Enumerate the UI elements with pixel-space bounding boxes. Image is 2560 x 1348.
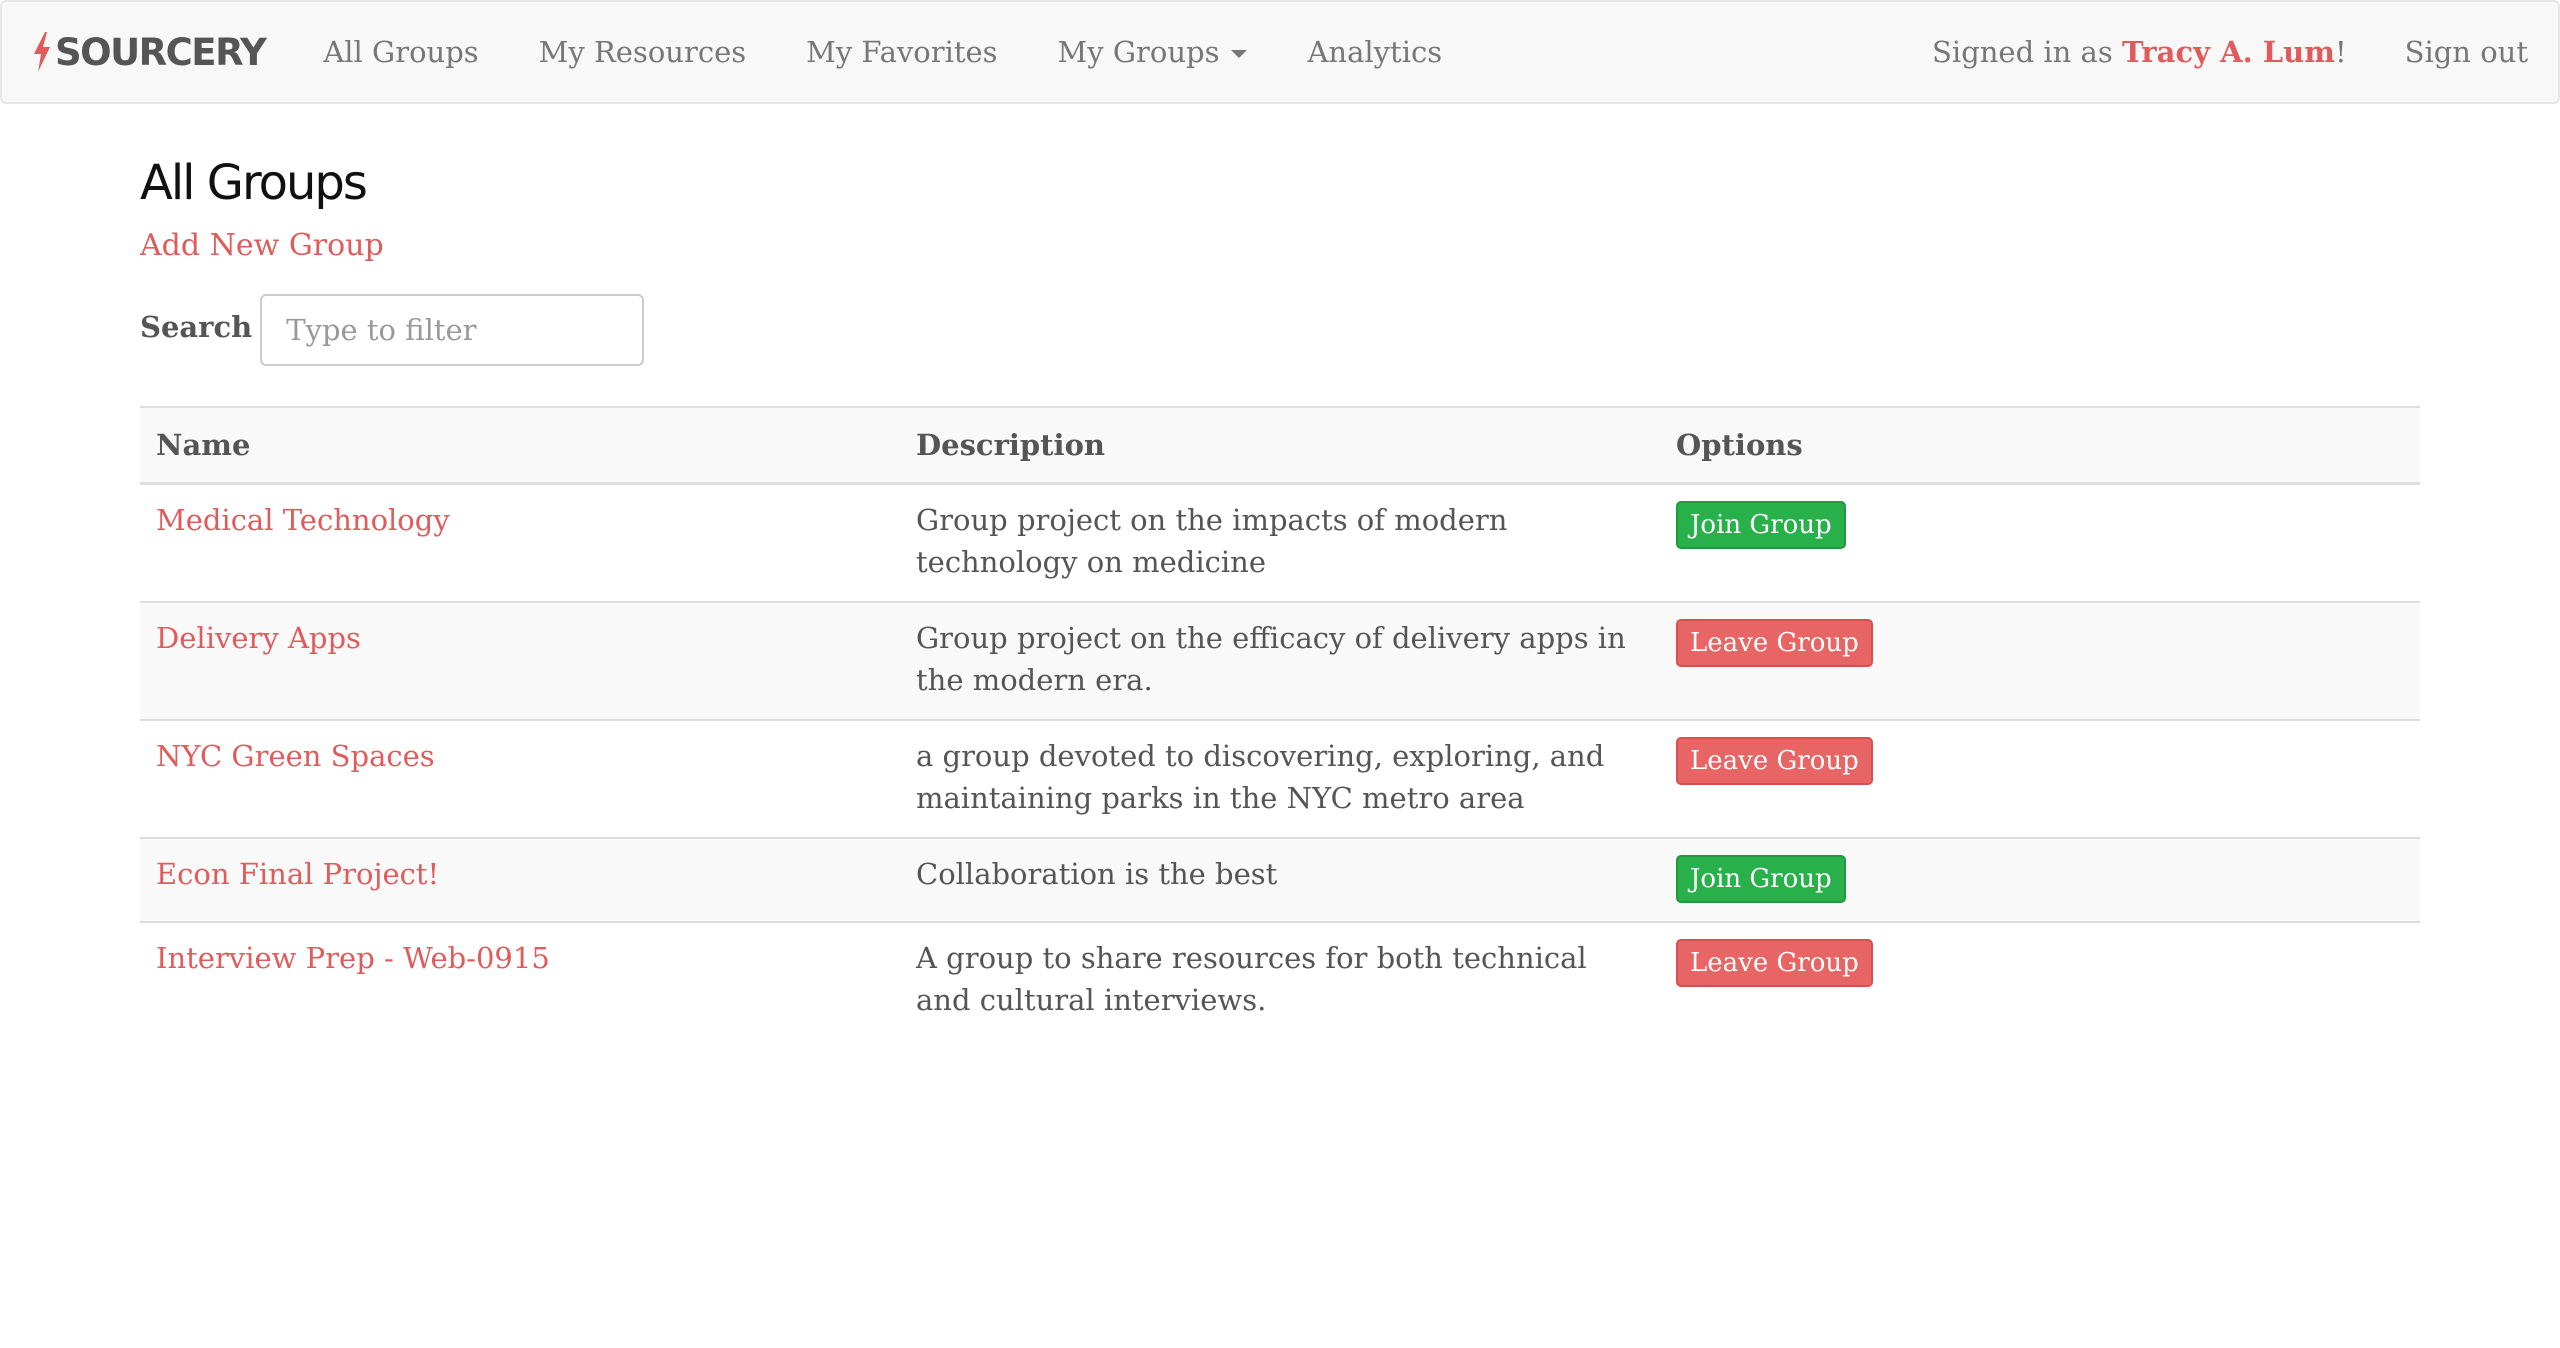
nav-my-groups-dropdown[interactable]: My Groups: [1028, 0, 1278, 104]
group-description: a group devoted to discovering, explorin…: [900, 718, 1660, 838]
table-row: Econ Final Project! Collaboration is the…: [140, 836, 2420, 922]
join-group-button[interactable]: Join Group: [1676, 854, 1846, 903]
caret-down-icon: [1231, 50, 1248, 58]
brand-logo[interactable]: SOURCERY: [32, 0, 267, 104]
search-label: Search: [140, 310, 253, 344]
signed-in-suffix: !: [2334, 35, 2347, 69]
signed-in-text: Signed in as Tracy A. Lum!: [1932, 35, 2347, 69]
group-description: Group project on the impacts of modern t…: [900, 482, 1660, 602]
table-header-row: Name Description Options: [140, 406, 2420, 485]
header-options: Options: [1660, 406, 2420, 485]
table-row: Delivery Apps Group project on the effic…: [140, 600, 2420, 720]
leave-group-button[interactable]: Leave Group: [1676, 618, 1873, 667]
join-group-button[interactable]: Join Group: [1676, 500, 1846, 549]
header-name: Name: [140, 406, 900, 485]
group-name-link[interactable]: Econ Final Project!: [156, 857, 439, 891]
signed-in-prefix: Signed in as: [1932, 35, 2122, 69]
table-row: NYC Green Spaces a group devoted to disc…: [140, 718, 2420, 838]
table-row: Interview Prep - Web-0915 A group to sha…: [140, 920, 2420, 1039]
nav-links: All Groups My Resources My Favorites My …: [293, 0, 1472, 104]
header-description: Description: [900, 406, 1660, 485]
nav-all-groups[interactable]: All Groups: [293, 0, 508, 104]
search-row: Search: [140, 294, 2420, 366]
group-description: Collaboration is the best: [900, 836, 1660, 922]
group-description: A group to share resources for both tech…: [900, 920, 1660, 1039]
sign-out-link[interactable]: Sign out: [2405, 35, 2528, 69]
user-name[interactable]: Tracy A. Lum: [2122, 35, 2335, 69]
nav-my-groups-label: My Groups: [1057, 35, 1220, 69]
lightning-bolt-icon: [34, 32, 50, 72]
leave-group-button[interactable]: Leave Group: [1676, 736, 1873, 785]
leave-group-button[interactable]: Leave Group: [1676, 938, 1873, 987]
group-name-link[interactable]: Medical Technology: [156, 503, 450, 537]
table-row: Medical Technology Group project on the …: [140, 482, 2420, 602]
page-title: All Groups: [140, 155, 368, 211]
nav-my-favorites[interactable]: My Favorites: [776, 0, 1027, 104]
group-description: Group project on the efficacy of deliver…: [900, 600, 1660, 720]
search-input[interactable]: [260, 294, 645, 366]
brand-text: SOURCERY: [55, 30, 267, 74]
group-name-link[interactable]: Delivery Apps: [156, 621, 361, 655]
groups-table: Name Description Options Medical Technol…: [140, 406, 2420, 1039]
group-name-link[interactable]: Interview Prep - Web-0915: [156, 941, 550, 975]
nav-analytics[interactable]: Analytics: [1277, 0, 1472, 104]
add-new-group-link[interactable]: Add New Group: [140, 226, 384, 266]
nav-right: Signed in as Tracy A. Lum! Sign out: [1932, 0, 2528, 104]
group-name-link[interactable]: NYC Green Spaces: [156, 739, 435, 773]
main-content: All Groups Add New Group Search Name Des…: [140, 104, 2420, 1039]
nav-my-resources[interactable]: My Resources: [509, 0, 776, 104]
navbar: SOURCERY All Groups My Resources My Favo…: [0, 0, 2560, 104]
